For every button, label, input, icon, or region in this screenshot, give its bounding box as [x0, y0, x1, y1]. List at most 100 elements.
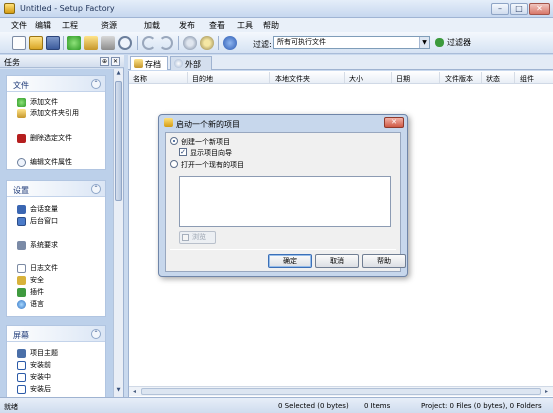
- column-divider[interactable]: [514, 72, 515, 83]
- menu-publish[interactable]: 发布: [179, 20, 195, 31]
- task-group-files: 文件 ⌃ 添加文件 添加文件夹引用 删除选定文件 编辑文件属性: [6, 75, 106, 170]
- scroll-left-icon[interactable]: ◂: [133, 388, 136, 395]
- tab-archive[interactable]: 存档: [130, 56, 168, 70]
- tab-external[interactable]: 外部: [170, 56, 212, 70]
- settings-icon[interactable]: [200, 36, 214, 50]
- collapse-icon[interactable]: ⌃: [91, 329, 101, 339]
- screen-icon: [17, 385, 26, 394]
- scroll-up-icon[interactable]: ▲: [115, 70, 122, 79]
- save-icon[interactable]: [46, 36, 60, 50]
- col-status[interactable]: 状态: [486, 74, 500, 84]
- undo-icon[interactable]: [142, 36, 156, 50]
- toolbar-separator: [178, 36, 179, 50]
- col-date[interactable]: 日期: [396, 74, 410, 84]
- radio-open-project[interactable]: [170, 160, 178, 168]
- checkbox-show-wizard-label[interactable]: 显示项目向导: [190, 148, 232, 158]
- archive-icon: [134, 59, 143, 68]
- remove-icon[interactable]: [101, 36, 115, 50]
- close-button[interactable]: ✕: [529, 3, 550, 15]
- menu-view[interactable]: 查看: [209, 20, 225, 31]
- column-divider[interactable]: [344, 72, 345, 83]
- new-icon[interactable]: [12, 36, 26, 50]
- filter-button[interactable]: 过滤器: [447, 37, 471, 48]
- toolbar: 过滤: 所有可执行文件 ▼ 过滤器: [0, 32, 553, 54]
- scroll-down-icon[interactable]: ▼: [115, 387, 122, 396]
- menu-tools[interactable]: 工具: [237, 20, 253, 31]
- cancel-button[interactable]: 取消: [315, 254, 359, 268]
- lock-icon: [17, 276, 26, 285]
- open-icon[interactable]: [29, 36, 43, 50]
- new-project-dialog: 启动一个新的项目 ✕ 创建一个新项目 ✓ 显示项目向导 打开一个现有的项目 浏览…: [158, 114, 408, 277]
- checkbox-show-wizard[interactable]: ✓: [179, 148, 187, 156]
- column-divider[interactable]: [187, 72, 188, 83]
- menu-edit[interactable]: 编辑: [35, 20, 51, 31]
- close-icon[interactable]: ✕: [111, 57, 120, 66]
- plugin-icon: [17, 288, 26, 297]
- radio-new-project-label[interactable]: 创建一个新项目: [181, 137, 230, 147]
- find-icon[interactable]: [118, 36, 132, 50]
- project-path-field[interactable]: [179, 176, 391, 227]
- minimize-button[interactable]: –: [491, 3, 509, 15]
- add-folder-icon[interactable]: [84, 36, 98, 50]
- add-icon: [17, 98, 26, 107]
- maximize-button[interactable]: □: [510, 3, 528, 15]
- window-icon: [17, 217, 26, 226]
- column-divider[interactable]: [439, 72, 440, 83]
- task-group-header[interactable]: 设置 ⌃: [7, 181, 105, 197]
- status-project: Project: 0 Files (0 bytes), 0 Folders: [421, 402, 542, 410]
- dialog-body: 创建一个新项目 ✓ 显示项目向导 打开一个现有的项目 浏览 确定 取消 帮助: [165, 132, 406, 272]
- menu-resources[interactable]: 资源: [101, 20, 117, 31]
- scrollbar-thumb[interactable]: [141, 388, 541, 395]
- menu-load[interactable]: 加载: [144, 20, 160, 31]
- col-size[interactable]: 大小: [349, 74, 363, 84]
- ok-button[interactable]: 确定: [268, 254, 312, 268]
- dialog-close-button[interactable]: ✕: [384, 117, 404, 128]
- col-name[interactable]: 名称: [133, 74, 147, 84]
- horizontal-scrollbar[interactable]: ◂ ▸: [129, 386, 553, 396]
- build-icon[interactable]: [183, 36, 197, 50]
- main-tabs: 存档 外部: [128, 55, 553, 70]
- task-pane-header: 任务 ⊕ ✕: [0, 55, 124, 68]
- help-button[interactable]: 帮助: [362, 254, 406, 268]
- globe-icon: [17, 300, 26, 309]
- browse-button[interactable]: 浏览: [179, 231, 216, 244]
- task-pane-body: 文件 ⌃ 添加文件 添加文件夹引用 删除选定文件 编辑文件属性 设置 ⌃ 会话变…: [0, 69, 113, 397]
- column-divider[interactable]: [481, 72, 482, 83]
- chevron-down-icon[interactable]: ▼: [419, 37, 429, 48]
- filter-dropdown[interactable]: 所有可执行文件 ▼: [273, 36, 430, 49]
- task-group-header[interactable]: 文件 ⌃: [7, 76, 105, 92]
- col-component[interactable]: 组件: [520, 74, 534, 84]
- column-divider[interactable]: [269, 72, 270, 83]
- delete-icon: [17, 134, 26, 143]
- menu-help[interactable]: 帮助: [263, 20, 279, 31]
- external-icon: [174, 59, 183, 68]
- add-icon[interactable]: [67, 36, 81, 50]
- task-pane-scrollbar[interactable]: ▲ ▼: [113, 69, 123, 397]
- toolbar-separator: [218, 36, 219, 50]
- column-divider[interactable]: [391, 72, 392, 83]
- redo-icon[interactable]: [159, 36, 173, 50]
- task-group-settings: 设置 ⌃ 会话变量 后台窗口 系统要求 日志文件 安全 插件 语言: [6, 180, 106, 317]
- title-bar: Untitled - Setup Factory – □ ✕: [0, 0, 553, 18]
- collapse-icon[interactable]: ⌃: [91, 79, 101, 89]
- toolbar-separator: [63, 36, 64, 50]
- col-destination[interactable]: 目的地: [192, 74, 213, 84]
- radio-open-project-label[interactable]: 打开一个现有的项目: [181, 160, 244, 170]
- menu-file[interactable]: 文件: [11, 20, 27, 31]
- window-title: Untitled - Setup Factory: [20, 4, 115, 13]
- task-group-header[interactable]: 屏幕 ⌃: [7, 326, 105, 342]
- col-file-version[interactable]: 文件版本: [445, 74, 473, 84]
- radio-new-project[interactable]: [170, 137, 178, 145]
- collapse-icon[interactable]: ⌃: [91, 184, 101, 194]
- col-local-folder[interactable]: 本地文件夹: [275, 74, 310, 84]
- task-group-title: 文件: [13, 81, 29, 90]
- dialog-divider: [170, 249, 396, 250]
- filter-icon: [435, 38, 444, 47]
- app-icon: [164, 118, 173, 127]
- pin-icon[interactable]: ⊕: [100, 57, 109, 66]
- scroll-right-icon[interactable]: ▸: [545, 388, 548, 395]
- menu-project[interactable]: 工程: [62, 20, 78, 31]
- help-icon[interactable]: [223, 36, 237, 50]
- toolbar-separator: [137, 36, 138, 50]
- scrollbar-thumb[interactable]: [115, 81, 122, 201]
